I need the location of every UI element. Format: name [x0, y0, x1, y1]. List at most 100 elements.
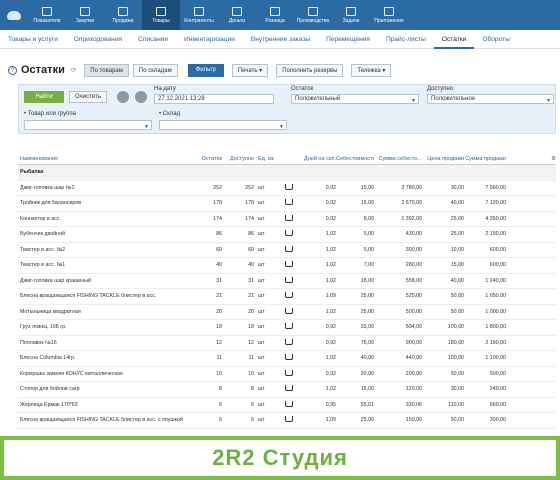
topnav-item[interactable]: Производство [294, 0, 332, 30]
group-name: Рыбалка [20, 169, 44, 176]
table-row[interactable]: Твистер в асс. №2 60 60 шт 1,02 5,00 300,00 10,… [18, 243, 556, 258]
print-button[interactable]: Печать ▾ [231, 63, 269, 77]
settings-icon[interactable] [135, 91, 147, 103]
cart-icon[interactable] [274, 245, 304, 254]
topnav-item[interactable]: Приложения [370, 0, 408, 30]
column-header[interactable]: Остаток [194, 156, 222, 162]
date-label: На дату [154, 86, 176, 92]
by-warehouses-toggle[interactable]: По складам [132, 63, 178, 77]
column-header[interactable]: Наименование [18, 156, 194, 162]
cell-price: 30,00 [450, 184, 464, 191]
cart-icon[interactable] [274, 385, 304, 393]
group-row[interactable]: Рыбалка [18, 165, 556, 181]
cart-icon[interactable] [274, 199, 304, 207]
topnav-item[interactable]: Закупки [66, 0, 104, 30]
subtab-item[interactable]: Обороты [474, 36, 518, 43]
subtab-item[interactable]: Перемещения [318, 36, 378, 43]
find-button[interactable]: Найти [24, 91, 64, 103]
table-row[interactable]: Джиг-головка шар крашеный 31 31 шт 1,02 18,00… [18, 274, 556, 289]
subtab-item[interactable]: Инвентаризации [176, 36, 243, 43]
table-row[interactable]: Блесна Columbia 14гр. 11 11 шт 1,02 40,00 440,… [18, 351, 556, 367]
column-header[interactable]: Ед. изм. [254, 156, 274, 162]
cell-name: Кормушка зимняя КОНУС металлическая [20, 370, 123, 377]
subtab-item[interactable]: Товары и услуги [0, 36, 66, 43]
refresh-icon[interactable]: ⟳ [71, 66, 76, 74]
stock-table: НаименованиеОстатокДоступноЕд. изм. Дней … [18, 153, 556, 429]
logo-icon[interactable] [0, 0, 28, 30]
subtab-item[interactable]: Списания [130, 36, 176, 43]
cell-cost_sum: 200,00 [405, 370, 422, 377]
topnav-item[interactable]: Контрагенты [180, 0, 218, 30]
cell-price_sum: 240,00 [489, 386, 506, 393]
warehouse-input[interactable]: ▼ [159, 120, 287, 130]
table-row[interactable]: Блесна вращающаяся FISHING TACKLE блисте… [18, 413, 556, 429]
column-header[interactable]: Доступно [222, 156, 254, 162]
filter-button[interactable]: Фильтр [187, 63, 224, 77]
cell-avail: 86 [248, 231, 254, 238]
section-icon [194, 6, 204, 16]
subtab-item[interactable]: Прайс-листы [378, 36, 434, 43]
topnav-item[interactable]: Товары [142, 0, 180, 30]
topnav-item[interactable]: Деньги [218, 0, 256, 30]
cell-days: 1,09 [325, 417, 336, 424]
table-row[interactable]: Стопор для бойлов carp 8 8 шт 1,02 15,00 120,0… [18, 382, 556, 398]
table-row[interactable]: Тройник для балансиров 178 178 шт 0,92 15,00 2… [18, 196, 556, 212]
cell-unit: шт [258, 339, 265, 346]
table-row[interactable]: Блесна вращающаяся FISHING TACKLE блисте… [18, 289, 556, 305]
table-row[interactable]: Коннектор в асс. 174 174 шт 0,92 8,00 1 392,00… [18, 212, 556, 227]
cell-days: 1,02 [325, 246, 336, 253]
table-row[interactable]: Мотыльница квадратная 20 20 шт 1,02 25,00 500,… [18, 305, 556, 320]
cart-icon[interactable] [274, 183, 304, 192]
subtab-item[interactable]: Остатки [433, 30, 475, 49]
cell-price: 10,00 [450, 246, 464, 253]
column-header[interactable]: Сумма себесто... [374, 156, 422, 162]
help-icon[interactable]: ? [8, 65, 17, 75]
cart-icon[interactable] [274, 416, 304, 424]
table-row[interactable]: Бубенчик двойной 86 86 шт 1,02 5,00 430,00 25,0… [18, 227, 556, 243]
refill-reserves-button[interactable]: Пополнить резервы [276, 63, 344, 77]
cell-cost: 15,00 [360, 386, 374, 393]
cart-icon[interactable] [274, 338, 304, 347]
cell-price_sum: 1 240,00 [485, 277, 506, 284]
table-row[interactable]: Жерлица Ермак 170*63 6 6 шт 0,95 55,01 330,06 1… [18, 398, 556, 413]
cart-icon[interactable] [274, 214, 304, 223]
topnav-item[interactable]: Задачи [332, 0, 370, 30]
available-select[interactable]: Положительное ▼ [427, 94, 554, 104]
cell-price_sum: 1 050,00 [485, 293, 506, 300]
cell-stock: 20 [216, 308, 222, 315]
table-row[interactable]: Груз ложка, 168 гр. 18 18 шт 0,92 33,00 594,00… [18, 320, 556, 336]
subtab-item[interactable]: Оприходования [66, 36, 130, 43]
cart-button[interactable]: Тележка ▾ [351, 63, 392, 77]
table-row[interactable]: Кормушка зимняя КОНУС металлическая 10 10 ш… [18, 367, 556, 382]
cell-days: 0,92 [325, 324, 336, 331]
product-input[interactable]: ▼ [24, 120, 152, 130]
topnav-item[interactable]: Показатели [28, 0, 66, 30]
stock-select[interactable]: Положительный ▼ [291, 94, 419, 104]
cart-icon[interactable] [274, 323, 304, 331]
column-header[interactable]: Себестоимость [336, 156, 374, 162]
table-row[interactable]: Твистер в асс. №1 40 40 шт 1,02 7,00 280,00 15,… [18, 258, 556, 274]
column-header[interactable]: Сумма продажи [464, 156, 506, 162]
clear-button[interactable]: Очистить [69, 91, 107, 103]
cart-icon[interactable] [274, 307, 304, 316]
cart-icon[interactable] [274, 354, 304, 362]
cart-icon[interactable] [274, 292, 304, 300]
cell-cost: 75,00 [360, 339, 374, 346]
column-header[interactable]: Цена продажи [422, 156, 464, 162]
table-row[interactable]: Поплавок №16 12 12 шт 0,92 75,00 900,00 180,00 2… [18, 336, 556, 351]
table-row[interactable]: Джиг-головка шар №1 252 252 шт 0,92 15,00 3 78… [18, 181, 556, 196]
subtab-item[interactable]: Внутренние заказы [243, 36, 318, 43]
column-settings-icon[interactable]: ⚙ [506, 156, 556, 162]
bookmark-icon[interactable] [117, 91, 129, 103]
by-goods-toggle[interactable]: По товарам [84, 63, 129, 77]
date-input[interactable]: 27.12.2021 13:28 [154, 94, 274, 104]
topnav-item[interactable]: Продажи [104, 0, 142, 30]
column-header[interactable]: Дней на скл. [304, 156, 336, 162]
cell-avail: 6 [251, 417, 254, 424]
cart-icon[interactable] [274, 276, 304, 285]
cart-icon[interactable] [274, 261, 304, 269]
cart-icon[interactable] [274, 400, 304, 409]
cart-icon[interactable] [274, 230, 304, 238]
topnav-item[interactable]: Розница [256, 0, 294, 30]
cart-icon[interactable] [274, 369, 304, 378]
